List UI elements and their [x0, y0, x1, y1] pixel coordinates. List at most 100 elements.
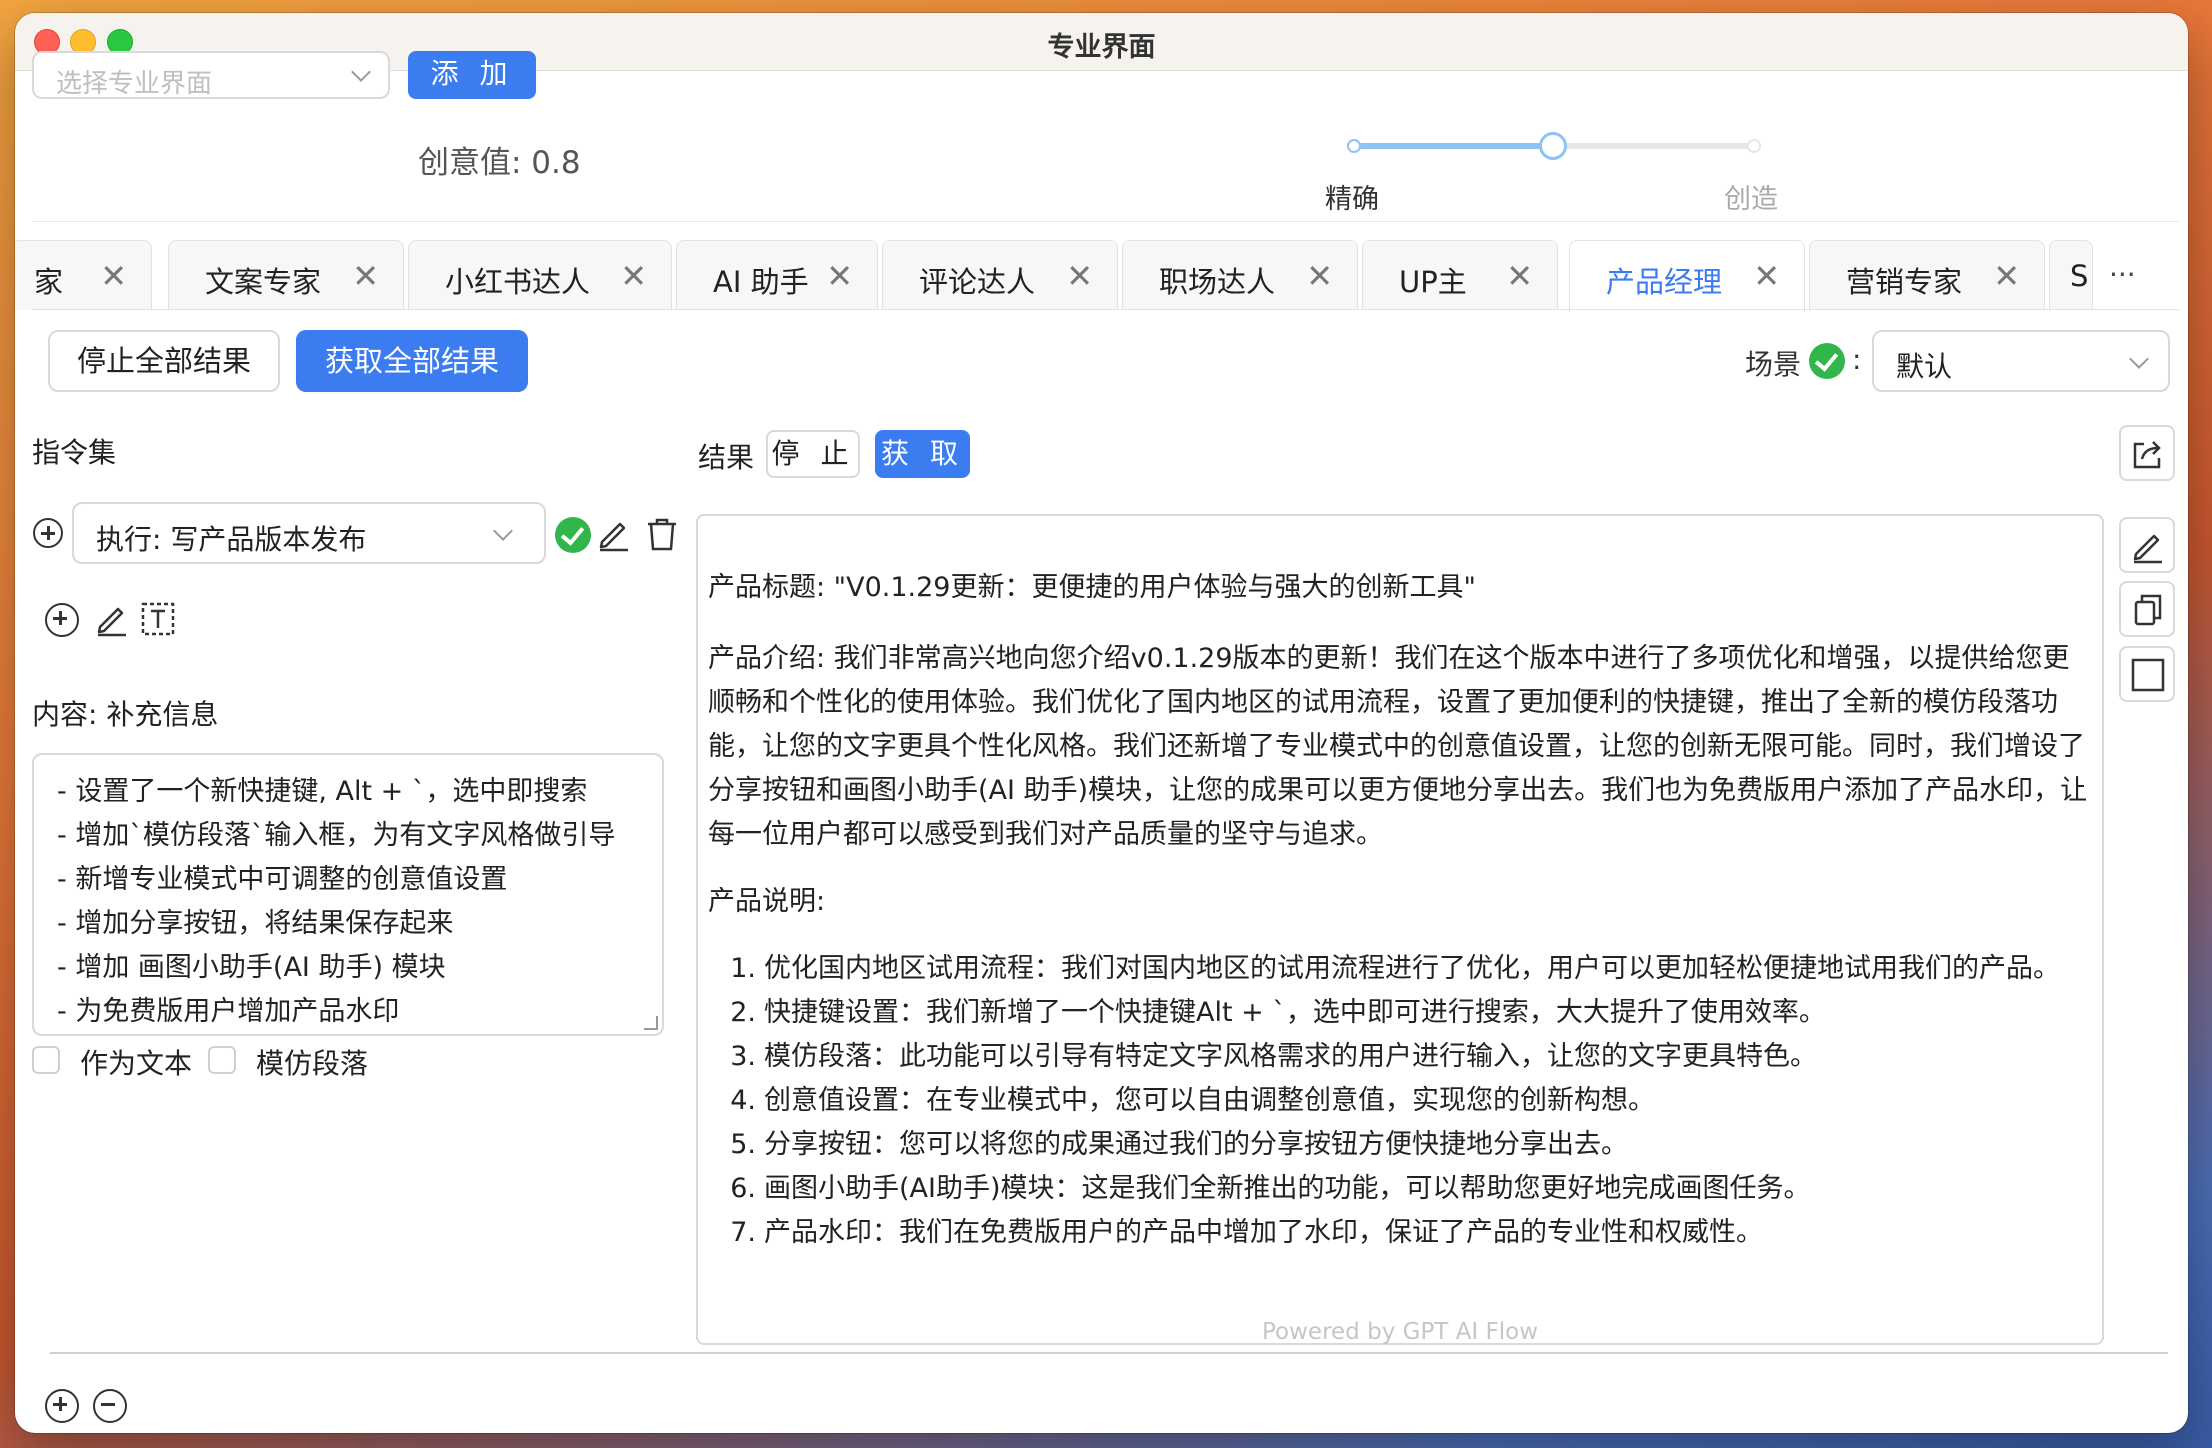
edit-icon[interactable] — [596, 516, 632, 552]
tab-item[interactable]: 评论达人 ✕ — [882, 240, 1118, 310]
edit-result-button[interactable] — [2119, 517, 2175, 573]
list-item-text: 优化国内地区试用流程：我们对国内地区的试用流程进行了优化，用户可以更加轻松便捷地… — [764, 953, 2060, 984]
edit-icon — [2133, 534, 2162, 564]
close-icon[interactable]: ✕ — [1066, 257, 1093, 295]
list-item-text: 画图小助手(AI助手)模块：这是我们全新推出的功能，可以帮助您更好地完成画图任务… — [764, 1173, 1811, 1204]
as-text-checkbox[interactable] — [32, 1046, 60, 1074]
tab-item[interactable]: 营销专家 ✕ — [1809, 240, 2045, 310]
copy-button[interactable] — [2119, 581, 2175, 637]
close-icon[interactable]: ✕ — [1753, 257, 1780, 295]
as-text-label: 作为文本 — [80, 1047, 193, 1080]
close-icon[interactable]: ✕ — [1506, 257, 1533, 295]
tab-item[interactable]: S — [2049, 240, 2093, 310]
list-item-number: 6. — [730, 1173, 756, 1204]
plus-circle-icon[interactable] — [45, 1389, 79, 1423]
list-item-number: 3. — [730, 1041, 756, 1072]
textarea-line: - 增加分享按钮，将结果保存起来 — [57, 908, 454, 939]
command-select[interactable]: 执行: 写产品版本发布 — [72, 502, 546, 564]
check-circle-icon — [1809, 343, 1845, 379]
trash-icon[interactable] — [644, 516, 680, 552]
minus-circle-icon[interactable] — [93, 1389, 127, 1423]
more-icon[interactable]: ··· — [2109, 258, 2136, 291]
creative-value-label: 创意值: 0.8 — [418, 145, 581, 181]
tab-label: 产品经理 — [1606, 265, 1723, 299]
profession-select[interactable]: 选择专业界面 — [32, 51, 390, 99]
content-textarea[interactable]: - 设置了一个新快捷键, Alt + `，选中即搜索 - 增加`模仿段落`输入框… — [32, 753, 664, 1036]
close-icon[interactable]: ✕ — [620, 257, 647, 295]
get-all-button[interactable]: 获取全部结果 — [296, 330, 528, 392]
tab-label: AI 助手 — [713, 265, 809, 299]
bottom-divider — [50, 1352, 2168, 1354]
product-intro: 产品介绍: 我们非常高兴地向您介绍v0.1.29版本的更新！我们在这个版本中进行… — [708, 643, 2088, 850]
share-icon — [2133, 441, 2161, 469]
slider-end-dot — [1747, 139, 1761, 153]
list-item-text: 产品水印：我们在免费版用户的产品中增加了水印，保证了产品的专业性和权威性。 — [764, 1217, 1763, 1248]
creativity-slider-handle[interactable] — [1539, 132, 1567, 160]
scene-select-value: 默认 — [1896, 350, 1953, 383]
get-button[interactable]: 获 取 — [875, 430, 970, 478]
tab-label: UP主 — [1399, 265, 1467, 299]
feature-list: 1. 优化国内地区试用流程：我们对国内地区的试用流程进行了优化，用户可以更加轻松便… — [708, 947, 2088, 1255]
creativity-slider-fill — [1353, 143, 1553, 149]
chevron-down-icon — [493, 521, 513, 541]
close-icon[interactable]: ✕ — [352, 257, 379, 295]
list-item: 4. 创意值设置：在专业模式中，您可以自由调整创意值，实现您的创新构想。 — [708, 1079, 2088, 1123]
profession-select-placeholder: 选择专业界面 — [56, 69, 213, 99]
tab-item[interactable]: 家 ✕ — [15, 240, 152, 310]
tab-item[interactable]: AI 助手 ✕ — [676, 240, 878, 310]
textarea-line: - 为免费版用户增加产品水印 — [57, 996, 400, 1027]
tab-bar-underline — [32, 309, 2179, 310]
stop-all-button[interactable]: 停止全部结果 — [48, 330, 280, 392]
list-item-number: 5. — [730, 1129, 756, 1160]
scene-select[interactable]: 默认 — [1872, 330, 2170, 392]
scene-label: 场景 — [1745, 348, 1802, 381]
tab-item-active[interactable]: 产品经理 ✕ — [1569, 240, 1805, 312]
add-button[interactable]: 添 加 — [408, 51, 536, 99]
text-box-icon[interactable] — [139, 600, 177, 638]
list-item-number: 7. — [730, 1217, 756, 1248]
edit-icon[interactable] — [94, 601, 130, 637]
imitate-paragraph-label: 模仿段落 — [256, 1047, 369, 1080]
plus-circle-icon[interactable] — [33, 518, 63, 548]
tab-bar: 家 ✕ 文案专家 ✕ 小红书达人 ✕ AI 助手 ✕ 评论达人 ✕ 职场达人 ✕… — [15, 240, 2179, 312]
app-window: 专业界面 选择专业界面 添 加 创意值: 0.8 精确 创造 家 ✕ 文案专家 … — [15, 13, 2188, 1433]
tab-label: 营销专家 — [1846, 265, 1963, 299]
close-icon[interactable]: ✕ — [100, 257, 127, 295]
list-item-text: 分享按钮：您可以将您的成果通过我们的分享按钮方便快捷地分享出去。 — [764, 1129, 1628, 1160]
list-item-number: 4. — [730, 1085, 756, 1116]
tab-item[interactable]: UP主 ✕ — [1362, 240, 1558, 310]
tab-label: 职场达人 — [1159, 265, 1276, 299]
product-title: 产品标题: "V0.1.29更新：更便捷的用户体验与强大的创新工具" — [708, 572, 1476, 603]
textarea-line: - 设置了一个新快捷键, Alt + `，选中即搜索 — [57, 776, 588, 807]
textarea-line: - 新增专业模式中可调整的创意值设置 — [57, 864, 508, 895]
copy-icon — [2134, 594, 2162, 626]
tab-item[interactable]: 文案专家 ✕ — [168, 240, 404, 310]
share-button[interactable] — [2119, 425, 2175, 481]
product-desc-label: 产品说明: — [708, 886, 826, 917]
tab-label: 评论达人 — [919, 265, 1036, 299]
tab-item[interactable]: 小红书达人 ✕ — [408, 240, 672, 310]
check-circle-icon — [555, 517, 591, 553]
content-label: 内容: 补充信息 — [32, 698, 219, 731]
select-all-button[interactable] — [2119, 646, 2175, 702]
close-icon[interactable]: ✕ — [826, 257, 853, 295]
tab-label: 文案专家 — [205, 265, 322, 299]
list-item-text: 创意值设置：在专业模式中，您可以自由调整创意值，实现您的创新构想。 — [764, 1085, 1655, 1116]
list-item: 2. 快捷键设置：我们新增了一个快捷键Alt + `，选中即可进行搜索，大大提升了… — [708, 991, 2088, 1035]
imitate-paragraph-checkbox[interactable] — [208, 1046, 236, 1074]
stop-button[interactable]: 停 止 — [766, 430, 860, 478]
resize-handle[interactable] — [644, 1016, 658, 1030]
result-panel: 产品标题: "V0.1.29更新：更便捷的用户体验与强大的创新工具" 产品介绍:… — [696, 514, 2104, 1345]
close-icon[interactable]: ✕ — [1306, 257, 1333, 295]
plus-circle-icon[interactable] — [45, 603, 79, 637]
textarea-line: - 增加 画图小助手(AI 助手) 模块 — [57, 952, 446, 983]
result-label: 结果 — [698, 441, 755, 474]
slider-start-dot — [1347, 139, 1361, 153]
close-icon[interactable]: ✕ — [1993, 257, 2020, 295]
list-item-number: 1. — [730, 953, 756, 984]
tab-item[interactable]: 职场达人 ✕ — [1122, 240, 1358, 310]
powered-by-watermark: Powered by GPT AI Flow — [1262, 1319, 1538, 1345]
command-select-value: 执行: 写产品版本发布 — [96, 523, 367, 556]
chevron-down-icon — [351, 62, 371, 82]
tab-label: 小红书达人 — [445, 265, 591, 299]
